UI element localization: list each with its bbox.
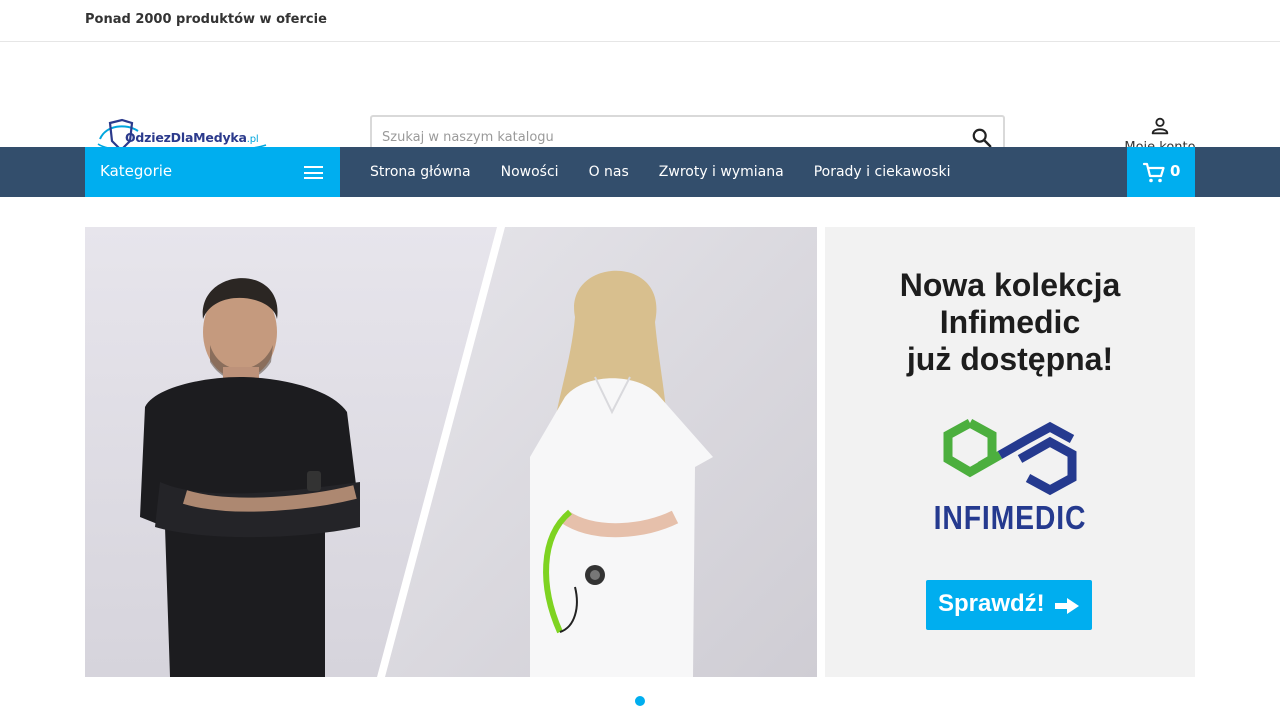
- check-button[interactable]: Sprawdź!: [926, 580, 1092, 630]
- nav-link-new[interactable]: Nowości: [486, 164, 574, 180]
- promo-panel: Nowa kolekcja Infimedic już dostępna! IN…: [825, 227, 1195, 677]
- nav-link-about[interactable]: O nas: [574, 164, 644, 180]
- promo-title: Nowa kolekcja Infimedic już dostępna!: [899, 267, 1121, 377]
- arrow-right-icon: [1055, 598, 1079, 614]
- search-icon[interactable]: [971, 127, 993, 149]
- nav-link-tips[interactable]: Porady i ciekawoski: [799, 164, 966, 180]
- nav-link-home[interactable]: Strona główna: [355, 164, 486, 180]
- categories-menu-button[interactable]: Kategorie: [85, 147, 340, 197]
- nav-link-returns[interactable]: Zwroty i wymiana: [644, 164, 799, 180]
- person-icon: [1151, 117, 1169, 135]
- infimedic-brand-logo: [943, 419, 1077, 496]
- cart-icon: [1142, 162, 1165, 183]
- logo-text[interactable]: OdziezDlaMedyka.pl: [125, 130, 259, 145]
- top-bar-tagline: Ponad 2000 produktów w ofercie: [85, 12, 327, 27]
- header: OdziezDlaMedyka.pl Moje konto: [0, 42, 1280, 159]
- check-button-label: Sprawdź!: [938, 590, 1045, 617]
- categories-label: Kategorie: [100, 162, 173, 180]
- top-bar: Ponad 2000 produktów w ofercie: [0, 0, 1280, 42]
- nav-links: Strona główna Nowości O nas Zwroty i wym…: [355, 147, 965, 197]
- hero-image[interactable]: [85, 227, 817, 677]
- hero-photo: [85, 227, 817, 677]
- hamburger-icon: [304, 166, 323, 179]
- main-nav: Kategorie Strona główna Nowości O nas Zw…: [0, 147, 1280, 197]
- cart-button[interactable]: 0: [1127, 147, 1195, 197]
- carousel-dot-active[interactable]: [635, 696, 645, 706]
- cart-count: 0: [1170, 162, 1181, 180]
- brand-name: INFIMEDIC: [933, 499, 1087, 536]
